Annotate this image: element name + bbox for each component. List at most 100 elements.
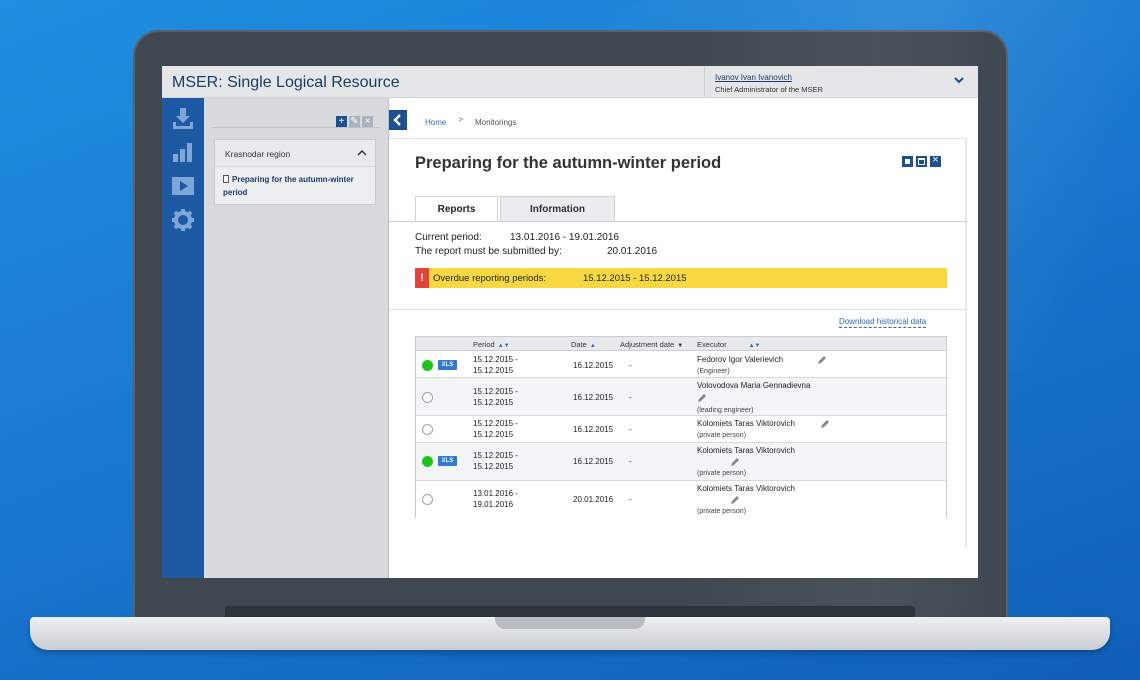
executor-cell: Volovodova Maria Gennadievna bbox=[697, 381, 811, 390]
executor-cell: Kolomiets Taras Viktorovich (private pers… bbox=[697, 419, 795, 439]
submit-deadline-value: 20.01.2016 bbox=[607, 246, 658, 257]
date-cell: 20.01.2016 bbox=[573, 495, 614, 504]
edit-pencil-icon[interactable] bbox=[730, 457, 740, 467]
reports-table: Period ▲▼ Date ▲ Adjustment date ▼ Executor… bbox=[415, 336, 947, 518]
region-group: Krasnodar region Preparing for the autum… bbox=[214, 139, 376, 205]
status-complete-icon bbox=[422, 360, 433, 371]
executor-cell: Fedorov Igor Valerievich (Engineer) bbox=[697, 355, 784, 375]
adjustment-cell: - bbox=[629, 495, 632, 504]
chevron-left-icon bbox=[393, 114, 401, 126]
executor-role: (private person) bbox=[697, 470, 747, 477]
executor-role: (leading engineer) bbox=[697, 407, 754, 414]
tree-divider bbox=[212, 127, 380, 128]
date-cell: 16.12.2015 bbox=[573, 457, 614, 466]
region-header[interactable]: Krasnodar region bbox=[215, 140, 375, 167]
breadcrumb-home[interactable]: Home bbox=[425, 118, 446, 127]
tree-item-monitoring[interactable]: Preparing for the autumn-winter period bbox=[223, 173, 373, 199]
page-title: Preparing for the autumn-winter period bbox=[415, 154, 722, 172]
breadcrumb-current: Monitorings bbox=[475, 118, 517, 127]
overdue-label: Overdue reporting periods: bbox=[433, 273, 547, 284]
status-pending-icon bbox=[422, 424, 433, 435]
tab-information[interactable]: Information bbox=[500, 196, 615, 221]
tab-reports[interactable]: Reports bbox=[415, 196, 498, 222]
column-header-period[interactable]: Period ▲▼ bbox=[473, 340, 510, 349]
table-row[interactable]: 15.12.2015 -15.12.2015 16.12.2015 - Kolo… bbox=[416, 416, 946, 443]
sort-icon: ▲▼ bbox=[497, 343, 510, 349]
edit-pencil-icon[interactable] bbox=[817, 355, 827, 365]
region-label: Krasnodar region bbox=[225, 149, 291, 159]
download-icon[interactable] bbox=[171, 106, 195, 130]
column-header-date[interactable]: Date ▲ bbox=[571, 340, 596, 349]
table-row[interactable]: XLS 15.12.2015 -15.12.2015 16.12.2015 - … bbox=[416, 352, 946, 378]
submit-deadline-row: The report must be submitted by: 20.01.2… bbox=[415, 246, 657, 257]
period-cell: 15.12.2015 -15.12.2015 bbox=[473, 355, 518, 375]
current-period-value: 13.01.2016 - 19.01.2016 bbox=[510, 232, 619, 243]
breadcrumb-separator: > bbox=[458, 115, 464, 124]
laptop-notch bbox=[495, 617, 645, 629]
adjustment-cell: - bbox=[629, 393, 632, 402]
xls-download-button[interactable]: XLS bbox=[438, 360, 457, 370]
user-menu[interactable]: Ivanov Ivan Ivanovich Chief Administrato… bbox=[704, 66, 978, 98]
period-cell: 15.12.2015 -15.12.2015 bbox=[473, 451, 518, 471]
laptop-hinge bbox=[225, 606, 915, 617]
app-title: MSER: Single Logical Resource bbox=[172, 74, 400, 91]
bar-chart-icon[interactable] bbox=[171, 140, 195, 164]
close-icon[interactable]: × bbox=[362, 116, 373, 127]
alert-icon: ! bbox=[415, 268, 429, 288]
maximize-icon[interactable] bbox=[916, 156, 927, 167]
date-cell: 16.12.2015 bbox=[573, 393, 614, 402]
close-icon[interactable]: × bbox=[930, 154, 941, 167]
section-divider bbox=[389, 309, 967, 310]
play-icon[interactable] bbox=[171, 174, 195, 198]
status-complete-icon bbox=[422, 456, 433, 467]
tree-toolbar: + ✎ × bbox=[334, 111, 373, 127]
overdue-value: 15.12.2015 - 15.12.2015 bbox=[583, 273, 687, 284]
edit-pencil-icon[interactable] bbox=[697, 393, 707, 403]
table-header: Period ▲▼ Date ▲ Adjustment date ▼ Executor… bbox=[416, 337, 946, 351]
main-content: Home > Monitorings Preparing for the autum… bbox=[389, 98, 978, 578]
icon-sidebar bbox=[162, 98, 204, 578]
edit-icon[interactable]: ✎ bbox=[349, 116, 360, 127]
scrollbar-track[interactable] bbox=[965, 138, 967, 548]
table-row[interactable]: XLS 15.12.2015 -15.12.2015 16.12.2015 - … bbox=[416, 443, 946, 481]
overdue-banner: ! Overdue reporting periods: 15.12.2015 … bbox=[415, 268, 947, 288]
laptop-screen: MSER: Single Logical Resource Ivanov Iva… bbox=[162, 66, 978, 578]
table-row[interactable]: 13.01.2016 -19.01.2016 20.01.2016 - Kolo… bbox=[416, 481, 946, 518]
period-cell: 15.12.2015 -15.12.2015 bbox=[473, 387, 518, 407]
column-header-executor[interactable]: Executor ▲▼ bbox=[697, 340, 761, 349]
current-period-row: Current period: 13.01.2016 - 19.01.2016 bbox=[415, 232, 619, 243]
tabs-divider bbox=[389, 221, 967, 222]
tree-item-label: Preparing for the autumn-winter period bbox=[223, 175, 354, 197]
edit-pencil-icon[interactable] bbox=[820, 419, 830, 429]
collapse-panel-button[interactable] bbox=[389, 110, 407, 130]
header-divider bbox=[389, 138, 967, 139]
tree-panel: + ✎ × Krasnodar region Preparing for the a… bbox=[204, 98, 389, 578]
user-role: Chief Administrator of the MSER bbox=[715, 85, 823, 94]
gear-icon[interactable] bbox=[171, 208, 195, 232]
sort-asc-icon: ▲ bbox=[589, 343, 596, 349]
table-row[interactable]: 15.12.2015 -15.12.2015 16.12.2015 - Volo… bbox=[416, 378, 946, 416]
window-controls: × bbox=[899, 154, 941, 172]
column-header-adjustment[interactable]: Adjustment date ▼ bbox=[620, 340, 683, 349]
sort-desc-icon: ▼ bbox=[677, 343, 684, 349]
add-icon[interactable]: + bbox=[336, 116, 347, 127]
breadcrumb: Home > Monitorings bbox=[425, 115, 517, 127]
adjustment-cell: - bbox=[629, 361, 632, 370]
chevron-down-icon[interactable] bbox=[954, 75, 964, 85]
executor-cell: Kolomiets Taras Viktorovich bbox=[697, 446, 795, 455]
executor-role: (private person) bbox=[697, 508, 747, 515]
minimize-icon[interactable] bbox=[902, 156, 913, 167]
period-cell: 15.12.2015 -15.12.2015 bbox=[473, 419, 518, 439]
adjustment-cell: - bbox=[629, 457, 632, 466]
current-period-label: Current period: bbox=[415, 232, 482, 243]
edit-pencil-icon[interactable] bbox=[730, 495, 740, 505]
chevron-up-icon[interactable] bbox=[357, 148, 367, 158]
user-name[interactable]: Ivanov Ivan Ivanovich bbox=[715, 73, 792, 82]
submit-deadline-label: The report must be submitted by: bbox=[415, 246, 562, 257]
adjustment-cell: - bbox=[629, 425, 632, 434]
executor-cell: Kolomiets Taras Viktorovich bbox=[697, 484, 795, 493]
document-icon bbox=[223, 175, 229, 183]
status-pending-icon bbox=[422, 494, 433, 505]
download-historical-link[interactable]: Download historical data bbox=[839, 317, 927, 328]
xls-download-button[interactable]: XLS bbox=[438, 456, 457, 466]
